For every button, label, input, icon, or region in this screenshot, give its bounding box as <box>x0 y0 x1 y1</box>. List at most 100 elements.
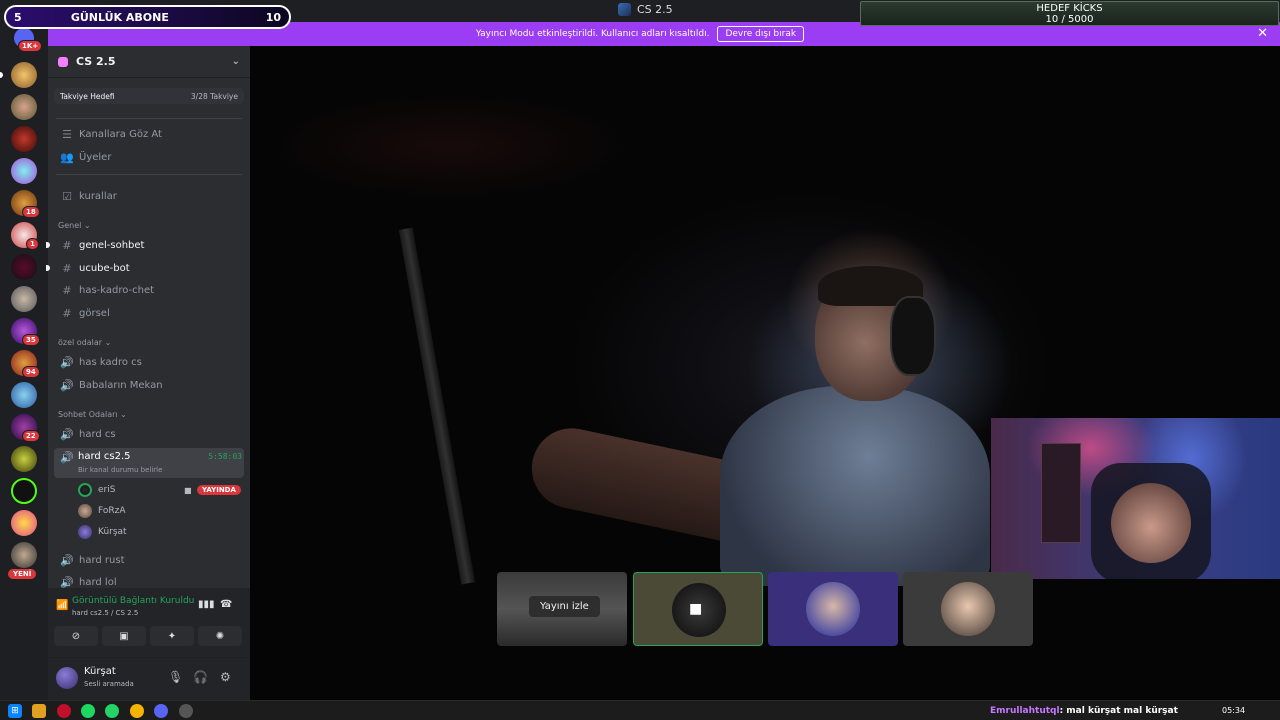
windows-start-icon[interactable]: ⊞ <box>8 704 22 718</box>
unread-pill <box>0 72 3 78</box>
rules-icon: ☑ <box>62 189 72 203</box>
folder-icon[interactable] <box>32 704 46 718</box>
mention-badge: 1K+ <box>18 40 43 52</box>
participant-tile[interactable]: ■ <box>633 572 763 646</box>
participant-tile[interactable] <box>903 572 1033 646</box>
window-title: CS 2.5 <box>618 3 673 16</box>
members-label: Üyeler <box>79 151 112 163</box>
shelf <box>1041 443 1081 543</box>
disconnect-icon[interactable]: ☎ <box>220 599 232 610</box>
members-item[interactable]: 👥 Üyeler <box>54 147 244 167</box>
server-header[interactable]: CS 2.5 ⌄ <box>48 46 250 78</box>
server-icon[interactable] <box>11 126 37 152</box>
server-icon[interactable] <box>11 254 37 280</box>
server-rail: 1K+ 18 1 35 94 22 YENİ <box>0 22 48 700</box>
video-stage: Yayını izle ■ <box>250 46 1280 700</box>
server-icon[interactable] <box>11 286 37 312</box>
boost-goal-bar[interactable]: Takviye Hedefi 3/28 Takviye <box>54 88 244 104</box>
stream-preview-tile[interactable]: Yayını izle <box>497 572 627 646</box>
obs-icon[interactable] <box>179 704 193 718</box>
voice-channel-hard-rust[interactable]: 🔊 hard rust <box>54 550 244 570</box>
stream-video[interactable] <box>250 46 1280 700</box>
connection-channel[interactable]: hard cs2.5 / CS 2.5 <box>72 609 138 617</box>
spotify-icon[interactable] <box>81 704 95 718</box>
server-logo-icon <box>618 3 631 16</box>
channel-gorsel[interactable]: # görsel <box>54 303 244 323</box>
mention-badge: 22 <box>22 430 40 442</box>
camera-icon: ■ <box>184 486 192 495</box>
avatar[interactable] <box>56 667 78 689</box>
boost-goal-label: Takviye Hedefi <box>60 91 115 101</box>
channel-genel-sohbet[interactable]: # genel-sohbet <box>54 235 244 255</box>
channel-status-input[interactable]: Bir kanal durumu belirle <box>78 466 162 474</box>
channel-sidebar: CS 2.5 ⌄ Takviye Hedefi 3/28 Takviye ☰ K… <box>46 46 250 700</box>
channel-ucube-bot[interactable]: # ucube-bot <box>54 258 244 278</box>
discord-icon[interactable] <box>154 704 168 718</box>
kicks-goal-widget: HEDEF KİCKS 10 / 5000 <box>860 1 1279 26</box>
list-icon: ☰ <box>62 127 72 141</box>
soundboard-button[interactable]: ✺ <box>198 626 242 646</box>
category-label: Genel <box>58 221 82 230</box>
whatsapp-icon[interactable] <box>105 704 119 718</box>
subs-goal: 10 <box>265 10 281 24</box>
channel-label: hard lol <box>79 576 117 588</box>
category-label: Sohbet Odaları <box>58 410 118 419</box>
voice-channel-has-kadro-cs[interactable]: 🔊 has kadro cs <box>54 352 244 372</box>
channel-has-kadro-chet[interactable]: # has-kadro-chet <box>54 280 244 300</box>
voice-member[interactable]: Kürşat <box>78 523 127 541</box>
headphones-icon[interactable]: 🎧 <box>193 670 208 684</box>
camera-toggle-button[interactable]: ⊘ <box>54 626 98 646</box>
window-title-text: CS 2.5 <box>637 3 673 16</box>
activities-button[interactable]: ✦ <box>150 626 194 646</box>
kicks-progress: 10 / 5000 <box>1045 14 1094 25</box>
screen-share-icon: ▣ <box>119 630 129 642</box>
headset <box>890 296 936 376</box>
disable-streamer-mode-button[interactable]: Devre dışı bırak <box>717 26 805 42</box>
gear-icon[interactable]: ⚙ <box>220 670 231 684</box>
speaker-icon: 🔊 <box>60 451 74 464</box>
camera-icon: ■ <box>689 601 703 617</box>
kick-server-icon[interactable] <box>11 478 37 504</box>
screen-share-button[interactable]: ▣ <box>102 626 146 646</box>
server-icon[interactable] <box>11 158 37 184</box>
channel-label: hard rust <box>79 554 125 566</box>
facecam-person <box>1111 483 1191 563</box>
channel-rules[interactable]: ☑ kurallar <box>54 186 244 206</box>
hash-icon: # <box>62 283 72 297</box>
category-sohbet-odalari[interactable]: Sohbet Odaları ⌄ <box>58 410 127 419</box>
opera-icon[interactable] <box>57 704 71 718</box>
category-label: özel odalar <box>58 338 103 347</box>
channel-label: hard cs <box>79 428 116 440</box>
category-ozel-odalar[interactable]: özel odalar ⌄ <box>58 338 111 347</box>
speaker-icon: 🔊 <box>60 553 74 567</box>
user-name[interactable]: Kürşat <box>84 666 116 677</box>
app-root: CS 2.5 5 GÜNLÜK ABONE 10 HEDEF KİCKS 10 … <box>0 0 1280 720</box>
channel-label: genel-sohbet <box>79 239 145 251</box>
voice-connection-panel: 📶 Görüntülü Bağlantı Kuruldu hard cs2.5 … <box>48 588 250 658</box>
avatar <box>941 582 995 636</box>
close-icon[interactable]: ✕ <box>1257 26 1268 41</box>
chrome-icon[interactable] <box>130 704 144 718</box>
camera-off-icon: ⊘ <box>71 630 81 642</box>
voice-member[interactable]: FoRzA <box>78 502 126 520</box>
server-icon[interactable] <box>11 510 37 536</box>
server-icon[interactable] <box>11 446 37 472</box>
voice-member[interactable]: eriS <box>78 481 115 499</box>
category-genel[interactable]: Genel ⌄ <box>58 221 91 230</box>
server-icon[interactable] <box>11 94 37 120</box>
voice-channel-babalarin-mekan[interactable]: 🔊 Babaların Mekan <box>54 375 244 395</box>
voice-channel-hard-cs[interactable]: 🔊 hard cs <box>54 424 244 444</box>
user-status: Sesli aramada <box>84 680 134 688</box>
watch-stream-button[interactable]: Yayını izle <box>529 596 600 617</box>
connection-status[interactable]: Görüntülü Bağlantı Kuruldu <box>72 596 194 606</box>
notice-text: Yayıncı Modu etkinleştirildi. Kullanıcı … <box>475 29 710 39</box>
server-icon[interactable] <box>11 542 37 568</box>
server-icon[interactable] <box>11 62 37 88</box>
boost-progress: 3/28 Takviye <box>190 91 238 101</box>
noise-suppression-icon[interactable]: ▮▮▮ <box>198 599 215 610</box>
browse-channels-item[interactable]: ☰ Kanallara Göz At <box>54 124 244 144</box>
participant-tile[interactable] <box>768 572 898 646</box>
server-icon[interactable] <box>11 382 37 408</box>
microphone-icon[interactable]: 🎙 <box>168 670 183 684</box>
divider <box>56 174 242 175</box>
